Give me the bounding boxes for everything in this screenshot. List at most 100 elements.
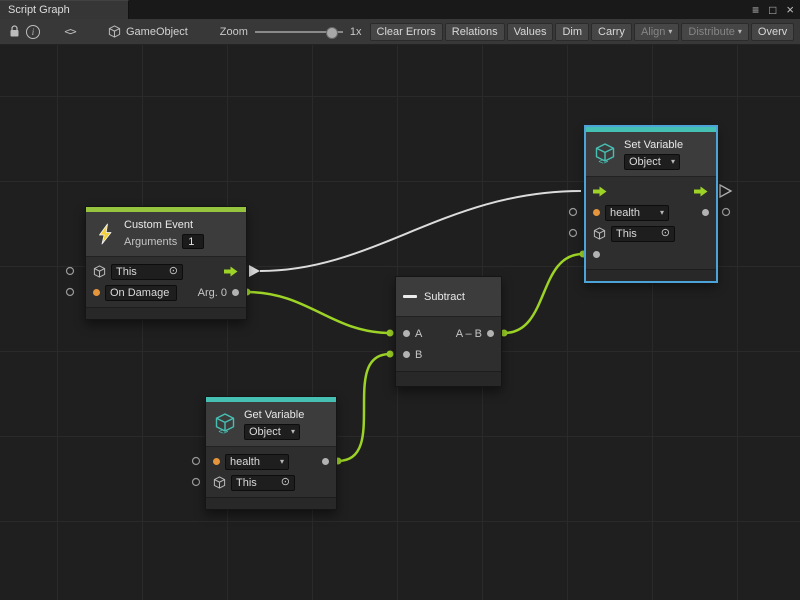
svg-text:<>: <> <box>219 427 229 436</box>
values-button[interactable]: Values <box>507 23 554 41</box>
wire-arg0-to-subtract-a[interactable] <box>247 292 390 333</box>
name-port-dot[interactable] <box>593 209 600 216</box>
output-port-result[interactable] <box>487 330 494 337</box>
unconnected-port-ring[interactable] <box>723 209 730 216</box>
zoom-control: Zoom 1x <box>220 26 362 38</box>
target-picker-icon[interactable]: ⊙ <box>169 266 178 277</box>
wire-endpoint-dot[interactable] <box>387 351 394 358</box>
event-name-input[interactable]: On Damage <box>105 285 177 301</box>
align-button: Align▾ <box>634 23 679 41</box>
this-object-picker[interactable]: This ⊙ <box>111 264 183 280</box>
node-footer <box>86 307 246 319</box>
zoom-slider-handle[interactable] <box>326 27 338 39</box>
overview-button[interactable]: Overv <box>751 23 794 41</box>
tab-strip: Script Graph ≡ □ × <box>0 0 800 19</box>
lock-icon[interactable] <box>5 23 23 41</box>
wire-subtract-to-setvariable[interactable] <box>504 254 583 333</box>
arguments-input[interactable]: 1 <box>182 234 204 249</box>
port-row-this: This ⊙ <box>86 261 246 282</box>
node-header: <> Get Variable Object ▾ <box>206 402 336 447</box>
cube-icon <box>213 476 226 489</box>
arguments-label: Arguments <box>124 236 177 248</box>
node-footer <box>206 497 336 509</box>
minus-icon <box>403 295 417 298</box>
maximize-icon[interactable]: □ <box>769 4 776 16</box>
this-object-picker[interactable]: This ⊙ <box>611 226 675 242</box>
info-icon[interactable]: i <box>26 25 40 39</box>
close-icon[interactable]: × <box>786 3 794 16</box>
node-title: Set Variable <box>624 139 683 151</box>
arg0-label: Arg. 0 <box>198 287 227 299</box>
value-output-port[interactable] <box>702 209 709 216</box>
flow-arrowhead-unconnected[interactable] <box>720 185 731 197</box>
graph-toolbar: i <> GameObject Zoom 1x Clear Errors Rel… <box>0 19 800 45</box>
unconnected-port-ring[interactable] <box>570 230 577 237</box>
value-port-dot[interactable] <box>93 289 100 296</box>
script-graph-window: Script Graph ≡ □ × i <> GameObject Zoom … <box>0 0 800 600</box>
flow-arrowhead-connected[interactable] <box>249 265 260 277</box>
svg-text:<>: <> <box>599 157 609 166</box>
zoom-value: 1x <box>350 26 362 38</box>
variable-name-dropdown[interactable]: health ▾ <box>605 205 669 221</box>
unconnected-port-ring[interactable] <box>67 268 74 275</box>
code-icon[interactable]: <> <box>61 23 79 41</box>
flow-output-port[interactable] <box>224 266 239 277</box>
gameobject-context[interactable]: GameObject <box>108 25 188 38</box>
variable-scope-dropdown[interactable]: Object ▾ <box>244 424 300 440</box>
node-custom-event[interactable]: Custom Event Arguments 1 This ⊙ <box>85 206 247 320</box>
port-row-name: health ▾ <box>206 451 336 472</box>
name-port-dot[interactable] <box>213 458 220 465</box>
dim-button[interactable]: Dim <box>555 23 589 41</box>
tab-title: Script Graph <box>8 4 70 16</box>
chevron-down-icon: ▾ <box>660 208 664 217</box>
clear-errors-button[interactable]: Clear Errors <box>370 23 443 41</box>
unconnected-port-ring[interactable] <box>570 209 577 216</box>
node-set-variable[interactable]: <> Set Variable Object ▾ <box>585 126 717 282</box>
zoom-slider[interactable] <box>255 26 343 38</box>
node-get-variable[interactable]: <> Get Variable Object ▾ health <box>205 396 337 510</box>
node-header: <> Set Variable Object ▾ <box>586 132 716 177</box>
port-row-b: B <box>396 344 501 365</box>
port-row-a: A A – B <box>396 323 501 344</box>
unconnected-port-ring[interactable] <box>67 289 74 296</box>
target-picker-icon[interactable]: ⊙ <box>661 228 670 239</box>
arg0-output-port[interactable] <box>232 289 239 296</box>
tab-script-graph[interactable]: Script Graph <box>0 0 129 19</box>
node-header: Subtract <box>396 277 501 317</box>
flow-input-port[interactable] <box>593 186 608 197</box>
target-picker-icon[interactable]: ⊙ <box>281 477 290 488</box>
chevron-down-icon: ▾ <box>280 457 284 466</box>
wire-endpoint-dot[interactable] <box>387 330 394 337</box>
port-row-flow <box>586 181 716 202</box>
graph-canvas[interactable]: Custom Event Arguments 1 This ⊙ <box>0 45 800 600</box>
zoom-label: Zoom <box>220 26 248 38</box>
window-menu-icon[interactable]: ≡ <box>752 4 759 16</box>
node-footer <box>586 269 716 281</box>
input-port-b[interactable] <box>403 351 410 358</box>
unconnected-port-ring[interactable] <box>193 479 200 486</box>
node-subtract[interactable]: Subtract A A – B B <box>395 276 502 387</box>
node-footer <box>396 371 501 386</box>
flow-output-port[interactable] <box>694 186 709 197</box>
lightning-icon <box>93 222 117 246</box>
variable-scope-dropdown[interactable]: Object ▾ <box>624 154 680 170</box>
carry-button[interactable]: Carry <box>591 23 632 41</box>
value-output-port[interactable] <box>322 458 329 465</box>
unconnected-port-ring[interactable] <box>193 458 200 465</box>
relations-button[interactable]: Relations <box>445 23 505 41</box>
wire-flow-customevent-to-setvariable[interactable] <box>260 191 581 271</box>
this-object-picker[interactable]: This ⊙ <box>231 475 295 491</box>
variable-name-dropdown[interactable]: health ▾ <box>225 454 289 470</box>
variable-cube-icon: <> <box>213 412 237 436</box>
port-row-name: health ▾ <box>586 202 716 223</box>
value-input-port[interactable] <box>593 251 600 258</box>
wire-getvariable-to-subtract-b[interactable] <box>338 354 390 461</box>
node-title: Custom Event <box>124 219 193 231</box>
node-title: Subtract <box>424 291 465 303</box>
cube-icon <box>108 25 121 38</box>
variable-cube-icon: <> <box>593 142 617 166</box>
port-row-event-name: On Damage Arg. 0 <box>86 282 246 303</box>
port-row-this: This ⊙ <box>586 223 716 244</box>
port-row-value-input <box>586 244 716 265</box>
input-port-a[interactable] <box>403 330 410 337</box>
